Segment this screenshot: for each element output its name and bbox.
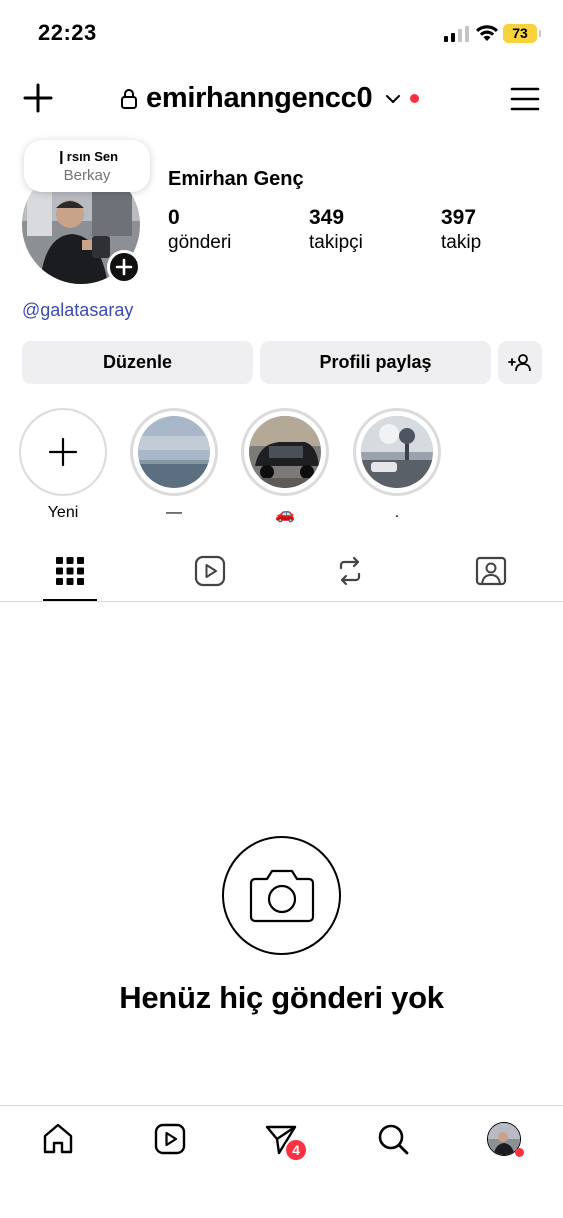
- plus-icon: [48, 437, 78, 467]
- highlight-ring: [130, 408, 218, 496]
- highlight-item[interactable]: 🚗: [241, 408, 329, 524]
- activity-badge: 4: [284, 1138, 308, 1162]
- camera-icon: [249, 869, 314, 922]
- reels-icon[interactable]: [153, 1122, 187, 1156]
- bio-link[interactable]: @galatasaray: [22, 300, 133, 321]
- tagged-icon[interactable]: [474, 554, 508, 588]
- highlight-ring: [241, 408, 329, 496]
- home-icon[interactable]: [41, 1122, 75, 1156]
- cellular-signal-icon: [444, 26, 469, 42]
- plus-icon[interactable]: [20, 80, 56, 116]
- status-time: 22:23: [38, 20, 97, 45]
- highlight-item[interactable]: —: [130, 408, 218, 522]
- edit-profile-button[interactable]: Düzenle: [22, 341, 253, 384]
- share-profile-button[interactable]: Profili paylaş: [260, 341, 491, 384]
- empty-posts-message: Henüz hiç gönderi yok: [119, 980, 444, 1015]
- display-name: Emirhan Genç: [168, 168, 304, 190]
- repost-icon[interactable]: [333, 554, 367, 588]
- highlight-item[interactable]: .: [353, 408, 441, 522]
- username: emirhanngencc0: [146, 82, 373, 114]
- active-tab-indicator: [43, 599, 97, 601]
- note-text: ❙rsın Sen: [55, 149, 119, 164]
- notification-dot: [515, 1148, 524, 1157]
- wifi-icon: [476, 25, 498, 41]
- account-switcher[interactable]: emirhanngencc0: [120, 82, 420, 115]
- lock-icon: [121, 88, 137, 109]
- notification-dot: [410, 94, 420, 103]
- highlight-new-ring: [19, 408, 107, 496]
- highlight-new[interactable]: Yeni: [19, 408, 107, 522]
- add-user-icon: [508, 353, 531, 371]
- add-story-button[interactable]: [107, 250, 141, 284]
- note-author: Berkay: [63, 167, 111, 184]
- highlight-label: .: [394, 504, 400, 521]
- camera-circle: [222, 836, 341, 955]
- stat-posts-label: gönderi: [168, 232, 232, 253]
- highlight-cover: [249, 416, 321, 488]
- status-bar: 22:23 73: [0, 0, 563, 64]
- menu-icon[interactable]: [510, 86, 540, 112]
- battery-indicator: 73: [503, 24, 541, 43]
- search-icon[interactable]: [376, 1122, 410, 1156]
- grid-icon[interactable]: [53, 554, 87, 588]
- stat-posts: 0 gönderi: [168, 206, 231, 254]
- stat-following[interactable]: 397 takip: [441, 206, 481, 254]
- profile-header: emirhanngencc0: [0, 70, 563, 130]
- discover-people-button[interactable]: [498, 341, 542, 384]
- stat-followers[interactable]: 349 takipçi: [309, 206, 363, 254]
- stat-following-label: takip: [441, 232, 482, 253]
- bottom-nav: 4: [0, 1105, 563, 1218]
- stat-followers-label: takipçi: [309, 232, 363, 253]
- highlight-ring: [353, 408, 441, 496]
- street-image: [361, 416, 433, 488]
- stat-posts-value: 0: [168, 206, 180, 229]
- note-bubble[interactable]: ❙rsın Sen Berkay: [24, 140, 150, 192]
- highlight-label: —: [166, 504, 182, 521]
- plus-icon: [115, 258, 133, 276]
- highlight-cover: [361, 416, 433, 488]
- stat-followers-value: 349: [309, 206, 345, 229]
- battery-level: 73: [512, 25, 528, 41]
- car-image: [249, 416, 321, 488]
- highlight-label: Yeni: [47, 504, 79, 521]
- profile-tabs: [0, 548, 563, 602]
- reels-icon[interactable]: [193, 554, 227, 588]
- stat-following-value: 397: [441, 206, 477, 229]
- highlight-cover: [138, 416, 210, 488]
- highlight-label: 🚗: [275, 506, 295, 523]
- chevron-down-icon: [386, 94, 401, 103]
- sea-image: [138, 416, 210, 488]
